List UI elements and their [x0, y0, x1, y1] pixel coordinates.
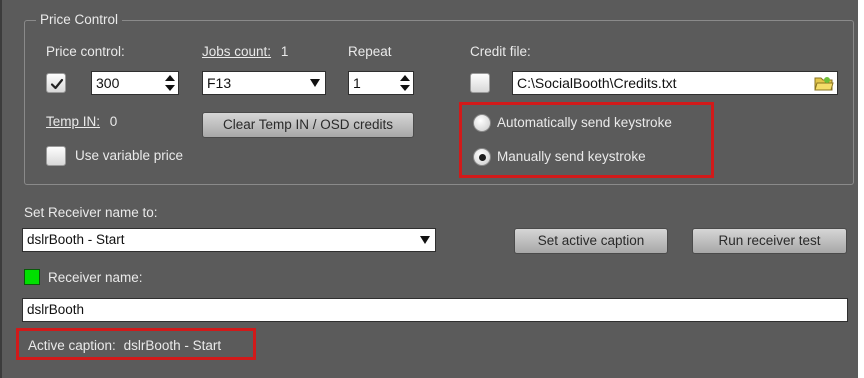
repeat-label: Repeat — [348, 44, 392, 59]
chevron-down-icon — [420, 236, 430, 244]
credit-file-path-input[interactable]: C:\SocialBooth\Credits.txt — [512, 71, 838, 95]
repeat-stepper[interactable]: 1 — [348, 71, 414, 95]
credit-file-label: Credit file: — [470, 44, 531, 59]
price-value-stepper[interactable]: 300 — [91, 71, 179, 95]
temp-in-value: 0 — [109, 114, 118, 129]
jobs-key-value: F13 — [207, 75, 232, 91]
spinner-arrows-icon[interactable] — [164, 74, 176, 92]
group-title: Price Control — [36, 11, 123, 29]
price-control-label: Price control: — [46, 44, 125, 59]
active-caption-highlight-box — [16, 328, 256, 360]
repeat-value: 1 — [353, 75, 361, 91]
price-value: 300 — [96, 75, 120, 91]
set-receiver-name-label: Set Receiver name to: — [24, 205, 158, 220]
jobs-count-label[interactable]: Jobs count: — [202, 44, 271, 59]
use-variable-price-checkbox[interactable] — [46, 146, 66, 166]
credit-file-path: C:\SocialBooth\Credits.txt — [517, 75, 677, 91]
run-receiver-test-button[interactable]: Run receiver test — [692, 228, 847, 254]
set-active-caption-button[interactable]: Set active caption — [514, 228, 668, 254]
receiver-name-select-value: dslrBooth - Start — [27, 232, 125, 247]
receiver-name-value: dslrBooth — [27, 302, 85, 317]
receiver-status-indicator — [24, 269, 40, 285]
receiver-name-label: Receiver name: — [48, 270, 143, 285]
use-variable-price-label: Use variable price — [75, 148, 184, 163]
temp-in-label[interactable]: Temp IN: — [46, 114, 100, 129]
temp-in-row: Temp IN: 0 — [46, 114, 117, 130]
receiver-name-select[interactable]: dslrBooth - Start — [22, 228, 436, 252]
keystroke-highlight-box — [459, 102, 714, 178]
checkmark-icon — [50, 78, 64, 90]
jobs-key-select[interactable]: F13 — [202, 71, 326, 95]
jobs-count-value: 1 — [280, 44, 289, 59]
price-control-panel: Price Control Price control: Jobs count:… — [0, 0, 858, 378]
credit-file-checkbox[interactable] — [470, 73, 490, 93]
folder-icon[interactable] — [814, 74, 834, 92]
jobs-count-row: Jobs count: 1 — [202, 44, 288, 60]
chevron-down-icon — [310, 79, 320, 87]
receiver-name-input[interactable]: dslrBooth — [22, 298, 848, 322]
clear-temp-in-button[interactable]: Clear Temp IN / OSD credits — [202, 112, 414, 138]
spinner-arrows-icon[interactable] — [399, 74, 411, 92]
price-control-checkbox[interactable] — [46, 73, 66, 93]
